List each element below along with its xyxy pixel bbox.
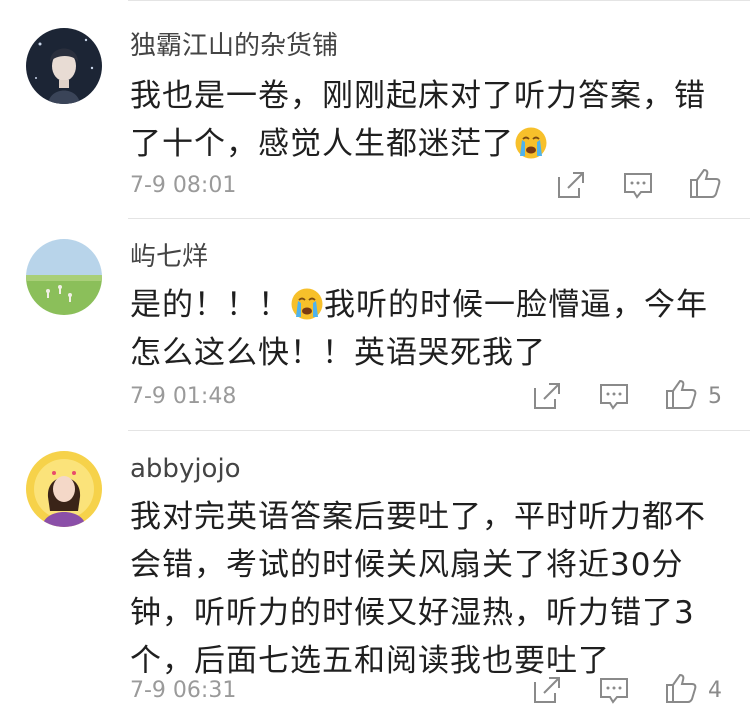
timestamp: 7-9 06:31 bbox=[130, 678, 237, 703]
share-button[interactable] bbox=[530, 379, 564, 413]
crying-face-emoji bbox=[515, 127, 547, 159]
comment-icon bbox=[600, 384, 628, 410]
avatar[interactable] bbox=[26, 28, 102, 104]
like-button[interactable] bbox=[688, 166, 722, 200]
like-button[interactable] bbox=[664, 671, 698, 705]
username[interactable]: 独霸江山的杂货铺 bbox=[130, 30, 338, 62]
comment-text: 是的！！！ 我听的时候一脸懵逼，今年怎么这么快！！英语哭死我了 bbox=[130, 281, 730, 377]
comment-text-part: 我对完英语答案后要吐了，平时听力都不会错，考试的时候关风扇关了将近30分钟，听听… bbox=[130, 499, 706, 679]
comment-text: 我也是一卷，刚刚起床对了听力答案，错了十个，感觉人生都迷茫了 bbox=[130, 72, 730, 168]
avatar-image bbox=[26, 28, 102, 104]
comment-button[interactable] bbox=[621, 168, 655, 202]
comment-text: 我对完英语答案后要吐了，平时听力都不会错，考试的时候关风扇关了将近30分钟，听听… bbox=[130, 493, 730, 685]
like-count: 4 bbox=[708, 678, 722, 703]
timestamp: 7-9 08:01 bbox=[130, 173, 237, 198]
like-count: 5 bbox=[708, 384, 722, 409]
avatar[interactable] bbox=[26, 239, 102, 315]
thumbs-up-icon bbox=[690, 168, 721, 198]
comment-button[interactable] bbox=[597, 379, 631, 413]
share-icon bbox=[534, 383, 560, 409]
comment-text-part: 我也是一卷，刚刚起床对了听力答案，错了十个，感觉人生都迷茫了 bbox=[130, 78, 706, 162]
comment-icon bbox=[600, 678, 628, 704]
crying-face-emoji bbox=[291, 288, 323, 320]
share-icon bbox=[558, 172, 584, 198]
comment-button[interactable] bbox=[597, 673, 631, 707]
comment-text-part: 是的！！！ bbox=[130, 287, 290, 323]
comment-item: 屿七烊 是的！！！ 我听的时候一脸懵逼，今年怎么这么快！！英语哭死我了 7-9 … bbox=[0, 219, 750, 431]
avatar-image bbox=[26, 451, 102, 527]
like-button[interactable] bbox=[664, 377, 698, 411]
username[interactable]: abbyjojo bbox=[130, 453, 241, 485]
avatar-image bbox=[26, 239, 102, 315]
comment-item: abbyjojo 我对完英语答案后要吐了，平时听力都不会错，考试的时候关风扇关了… bbox=[0, 431, 750, 715]
thumbs-up-icon bbox=[666, 673, 697, 703]
comment-item: 独霸江山的杂货铺 我也是一卷，刚刚起床对了听力答案，错了十个，感觉人生都迷茫了 … bbox=[0, 0, 750, 218]
avatar[interactable] bbox=[26, 451, 102, 527]
timestamp: 7-9 01:48 bbox=[130, 384, 237, 409]
share-icon bbox=[534, 677, 560, 703]
share-button[interactable] bbox=[554, 168, 588, 202]
username[interactable]: 屿七烊 bbox=[130, 241, 208, 273]
comment-icon bbox=[624, 173, 652, 199]
thumbs-up-icon bbox=[666, 379, 697, 409]
share-button[interactable] bbox=[530, 673, 564, 707]
